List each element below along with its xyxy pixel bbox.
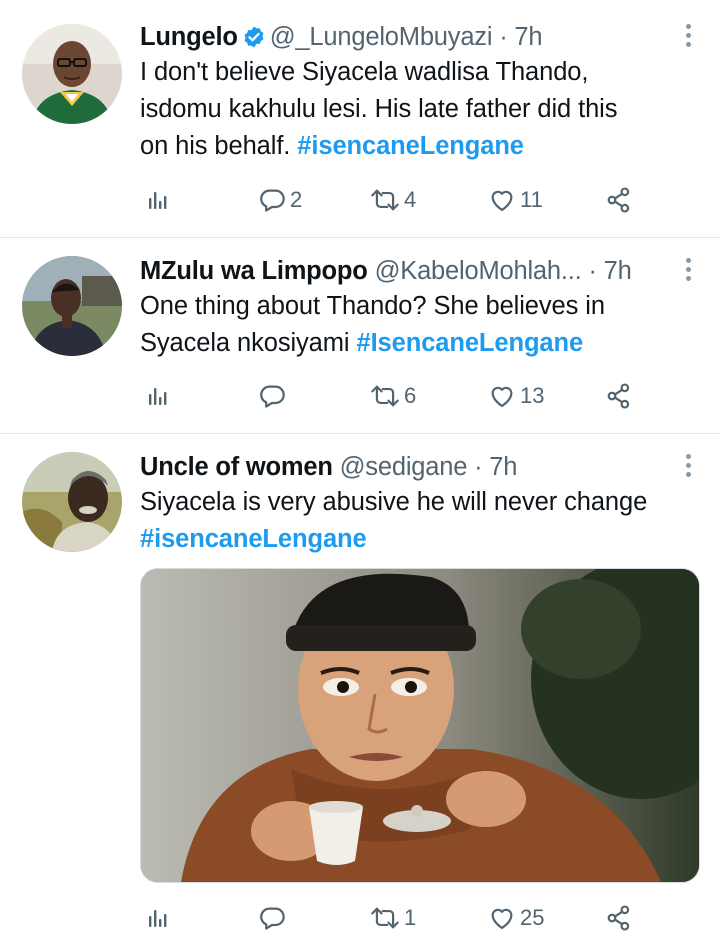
views-button[interactable] <box>146 378 170 414</box>
retweet-icon <box>371 385 399 407</box>
separator-dot: · <box>499 23 508 51</box>
views-icon <box>149 192 167 209</box>
tweet-media-image[interactable] <box>140 568 700 883</box>
reply-icon <box>260 189 285 212</box>
more-icon[interactable] <box>684 24 692 50</box>
tweet-header: Uncle of women @sedigane · 7h <box>140 450 517 484</box>
retweet-button[interactable]: 4 <box>370 182 416 218</box>
more-icon[interactable] <box>684 454 692 480</box>
reply-icon <box>260 907 285 930</box>
like-icon <box>491 190 513 212</box>
retweet-icon <box>371 907 399 929</box>
text-line-with-hashtag: #isencaneLengane <box>140 521 700 558</box>
share-icon <box>607 187 630 213</box>
text-line-with-hashtag: on his behalf. #isencaneLengane <box>140 128 700 165</box>
like-count: 11 <box>520 187 543 212</box>
meme-photo <box>141 569 699 882</box>
share-icon <box>607 383 630 409</box>
text-line: Siyacela is very abusive he will never c… <box>140 488 648 516</box>
like-icon <box>491 386 513 408</box>
text-line: on his behalf. <box>140 132 291 160</box>
views-button[interactable] <box>146 182 170 218</box>
hashtag-link[interactable]: #isencaneLengane <box>297 132 524 160</box>
retweet-count: 4 <box>404 187 417 212</box>
retweet-button[interactable]: 6 <box>370 378 416 414</box>
retweet-count: 6 <box>404 383 417 408</box>
views-icon <box>149 910 167 927</box>
text-line: I don't believe Siyacela wadlisa Thando, <box>140 58 589 86</box>
tweet-text: I don't believe Siyacela wadlisa Thando,… <box>140 54 700 165</box>
timestamp[interactable]: 7h <box>489 453 517 481</box>
hashtag-link[interactable]: #IsencaneLengane <box>356 329 583 357</box>
tweet-actions: 2 4 11 <box>140 182 700 218</box>
text-line-with-hashtag: Syacela nkosiyami #IsencaneLengane <box>140 325 700 362</box>
timestamp[interactable]: 7h <box>604 257 632 285</box>
share-button[interactable] <box>605 900 633 936</box>
share-button[interactable] <box>605 378 633 414</box>
separator-dot: · <box>474 453 483 481</box>
tweet-header: Lungelo @_LungeloMbuyazi · 7h <box>140 20 543 58</box>
like-button[interactable]: 13 <box>488 378 544 414</box>
reply-icon <box>260 385 285 408</box>
tweet-text: Siyacela is very abusive he will never c… <box>140 484 700 558</box>
handle[interactable]: @KabeloMohlah... <box>375 257 582 285</box>
tweet-text: One thing about Thando? She believes in … <box>140 288 700 362</box>
share-button[interactable] <box>605 182 633 218</box>
views-icon <box>149 388 167 405</box>
like-button[interactable]: 25 <box>488 900 544 936</box>
tweet-1[interactable]: Lungelo @_LungeloMbuyazi · 7h I don't bel… <box>0 20 720 220</box>
retweet-icon <box>371 189 399 211</box>
verified-icon <box>242 24 266 58</box>
handle[interactable]: @sedigane <box>340 453 468 481</box>
retweet-count: 1 <box>404 905 417 930</box>
tweet-2[interactable]: MZulu wa Limpopo @KabeloMohlah... · 7h O… <box>0 254 720 424</box>
like-icon <box>491 908 513 930</box>
avatar[interactable] <box>22 24 122 124</box>
share-icon <box>607 905 630 931</box>
reply-button[interactable]: 2 <box>258 182 302 218</box>
text-line: Syacela nkosiyami <box>140 329 350 357</box>
avatar[interactable] <box>22 452 122 552</box>
divider <box>0 433 720 434</box>
hashtag-link[interactable]: #isencaneLengane <box>140 525 367 553</box>
reply-button[interactable] <box>258 900 290 936</box>
tweet-header: MZulu wa Limpopo @KabeloMohlah... · 7h <box>140 254 632 288</box>
display-name[interactable]: Lungelo <box>140 23 238 51</box>
retweet-button[interactable]: 1 <box>370 900 416 936</box>
text-line: isdomu kakhulu lesi. His late father did… <box>140 95 618 123</box>
like-count: 13 <box>520 383 545 408</box>
text-line: One thing about Thando? She believes in <box>140 292 605 320</box>
reply-count: 2 <box>290 187 303 212</box>
handle[interactable]: @_LungeloMbuyazi <box>270 23 493 51</box>
tweet-actions: 1 25 <box>140 900 700 936</box>
display-name[interactable]: Uncle of women <box>140 453 333 481</box>
tweet-actions: 6 13 <box>140 378 700 414</box>
divider <box>0 237 720 238</box>
views-button[interactable] <box>146 900 170 936</box>
like-button[interactable]: 11 <box>488 182 543 218</box>
display-name[interactable]: MZulu wa Limpopo <box>140 257 368 285</box>
more-icon[interactable] <box>684 258 692 284</box>
timestamp[interactable]: 7h <box>514 23 542 51</box>
avatar[interactable] <box>22 256 122 356</box>
reply-button[interactable] <box>258 378 290 414</box>
separator-dot: · <box>588 257 597 285</box>
like-count: 25 <box>520 905 545 930</box>
